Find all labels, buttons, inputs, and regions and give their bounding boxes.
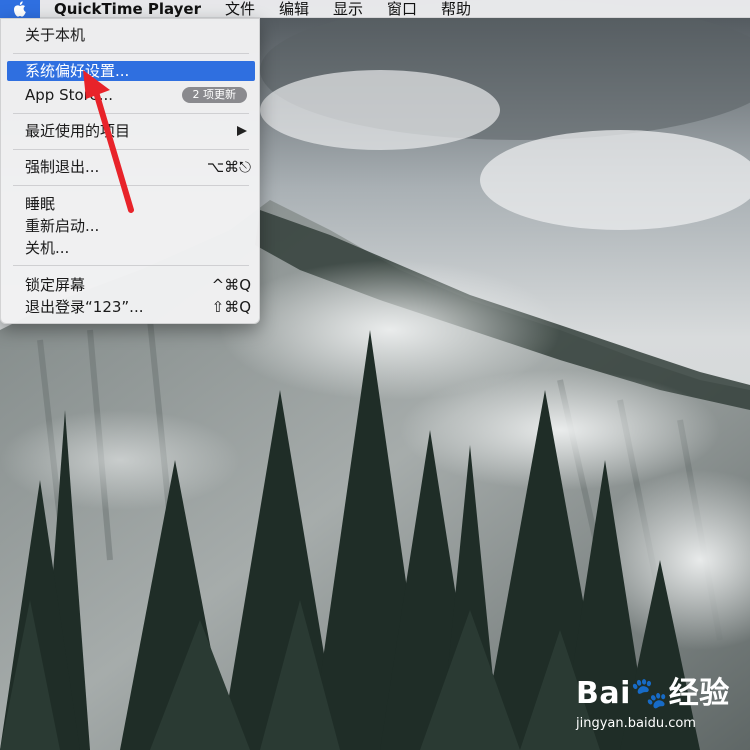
menu-view[interactable]: 显示 <box>333 0 363 18</box>
menu-item-label: 系统偏好设置... <box>25 62 130 80</box>
menu-window[interactable]: 窗口 <box>387 0 417 18</box>
menu-item-label: 锁定屏幕 <box>25 276 86 294</box>
menu-item-restart[interactable]: 重新启动... <box>7 216 255 236</box>
menu-item-force-quit[interactable]: 强制退出... ⌥⌘⎋ <box>7 157 255 177</box>
menu-item-label: 重新启动... <box>25 217 100 235</box>
submenu-arrow-icon <box>237 126 247 136</box>
watermark-logo: Bai🐾经验 <box>576 676 730 711</box>
watermark-url: jingyan.baidu.com <box>576 716 696 731</box>
menu-item-about-this-mac[interactable]: 关于本机 <box>7 25 255 45</box>
menu-item-system-preferences[interactable]: 系统偏好设置... <box>7 61 255 81</box>
menu-item-label: 退出登录“123”... <box>25 298 144 316</box>
menu-item-label: App Store... <box>25 86 114 104</box>
apple-menu-button[interactable] <box>0 0 40 18</box>
menu-separator <box>13 113 249 114</box>
menu-separator <box>13 185 249 186</box>
menu-item-recent-items[interactable]: 最近使用的项目 <box>7 121 255 141</box>
menu-item-label: 关机... <box>25 239 70 257</box>
menu-edit[interactable]: 编辑 <box>279 0 309 18</box>
menu-item-label: 关于本机 <box>25 26 86 44</box>
baidu-jingyan-watermark: Bai🐾经验 jingyan.baidu.com <box>576 668 746 746</box>
shortcut-label: ⌥⌘⎋ <box>206 158 251 176</box>
menu-item-log-out[interactable]: 退出登录“123”... ⇧⌘Q <box>7 297 255 317</box>
menu-separator <box>13 53 249 54</box>
shortcut-label: ^⌘Q <box>211 276 251 294</box>
menu-separator <box>13 265 249 266</box>
app-name-menu[interactable]: QuickTime Player <box>54 0 201 18</box>
menu-item-label: 强制退出... <box>25 158 100 176</box>
menu-bar: QuickTime Player 文件 编辑 显示 窗口 帮助 <box>0 0 750 18</box>
apple-icon <box>14 0 26 17</box>
menu-item-app-store[interactable]: App Store... 2 项更新 <box>7 85 255 105</box>
apple-dropdown-menu: 关于本机 系统偏好设置... App Store... 2 项更新 最近使用的项… <box>0 18 260 324</box>
menu-item-shut-down[interactable]: 关机... <box>7 238 255 258</box>
menu-item-label: 睡眠 <box>25 195 56 213</box>
menu-file[interactable]: 文件 <box>225 0 255 18</box>
menu-item-lock-screen[interactable]: 锁定屏幕 ^⌘Q <box>7 275 255 295</box>
menu-item-label: 最近使用的项目 <box>25 122 131 140</box>
update-count-badge: 2 项更新 <box>181 87 247 103</box>
menu-item-sleep[interactable]: 睡眠 <box>7 194 255 214</box>
shortcut-label: ⇧⌘Q <box>211 298 251 316</box>
menu-separator <box>13 149 249 150</box>
menu-help[interactable]: 帮助 <box>441 0 471 18</box>
